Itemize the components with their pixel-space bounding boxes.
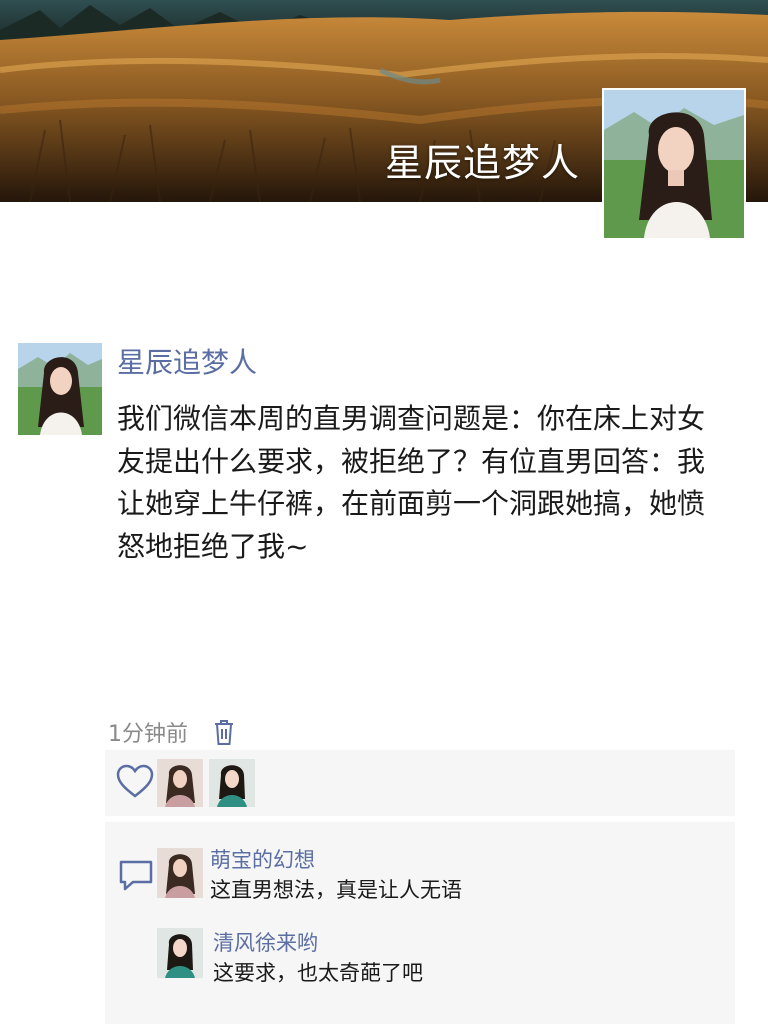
post-author-name[interactable]: 星辰追梦人: [117, 341, 257, 381]
portrait-illustration: [604, 90, 744, 238]
portrait-illustration: [157, 759, 203, 807]
likes-panel: [105, 750, 735, 816]
comment-avatar[interactable]: [157, 848, 203, 898]
heart-icon: [116, 764, 154, 798]
portrait-illustration: [209, 759, 255, 807]
comment-author[interactable]: 萌宝的幻想: [210, 844, 315, 874]
portrait-illustration: [157, 928, 203, 978]
comment-icon: [119, 860, 153, 891]
post-meta: 1分钟前: [108, 716, 236, 748]
comment-author[interactable]: 清风徐来哟: [213, 927, 318, 957]
profile-name: 星辰追梦人: [384, 141, 580, 185]
post-time: 1分钟前: [108, 722, 188, 747]
profile-avatar[interactable]: [602, 88, 746, 240]
post-text: 我们微信本周的直男调查问题是：你在床上对女友提出什么要求，被拒绝了？有位直男回答…: [117, 402, 706, 563]
post-author-avatar[interactable]: [18, 343, 102, 435]
portrait-illustration: [157, 848, 203, 898]
comment-text[interactable]: 这要求，也太奇葩了吧: [213, 957, 423, 987]
comment-avatar[interactable]: [157, 928, 203, 978]
like-avatar[interactable]: [209, 759, 255, 807]
comment-text[interactable]: 这直男想法，真是让人无语: [210, 874, 462, 904]
portrait-illustration: [18, 343, 102, 435]
like-avatar[interactable]: [157, 759, 203, 807]
trash-icon[interactable]: [212, 718, 236, 746]
comments-panel: 萌宝的幻想 这直男想法，真是让人无语 清风徐来哟 这要求，也太奇葩了吧: [105, 822, 735, 1024]
